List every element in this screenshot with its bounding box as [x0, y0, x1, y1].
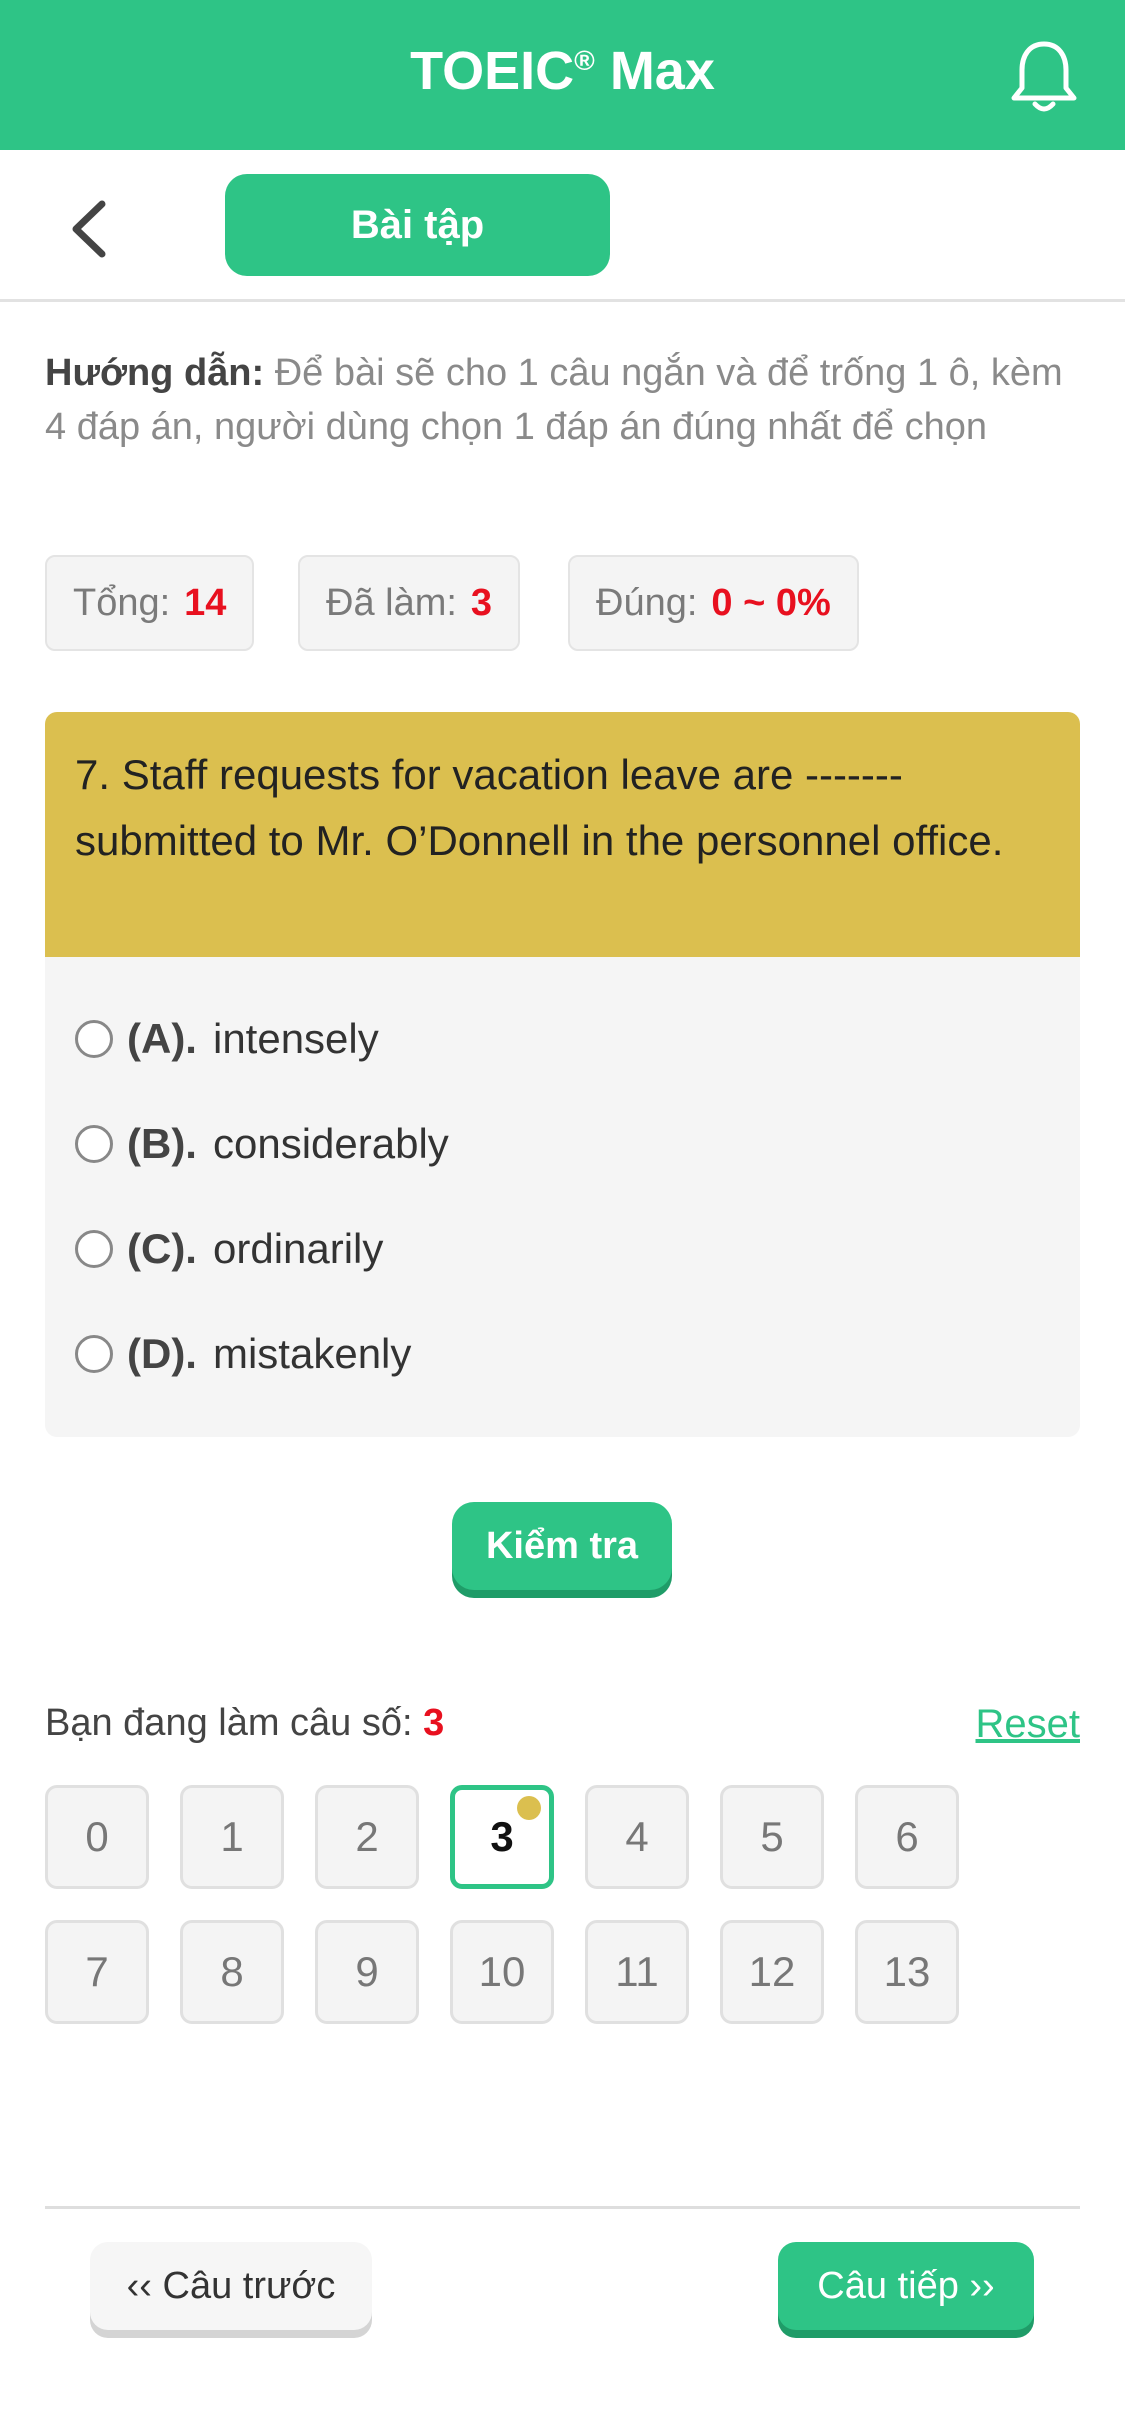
- tab-bai-tap[interactable]: Bài tập: [225, 174, 610, 276]
- answer-options: (A). intensely (B). considerably (C). ordin…: [45, 957, 1080, 1437]
- question-number-10[interactable]: 10: [450, 1920, 554, 2024]
- current-question: Bạn đang làm câu số: 3: [45, 1702, 445, 1744]
- question-number-5[interactable]: 5: [720, 1785, 824, 1889]
- option-d[interactable]: (D). mistakenly: [75, 1324, 411, 1384]
- radio-icon[interactable]: [75, 1335, 113, 1373]
- question-number-9[interactable]: 9: [315, 1920, 419, 2024]
- question-number-3[interactable]: 3: [450, 1785, 554, 1889]
- stat-total: Tổng: 14: [45, 555, 255, 651]
- question-number-7[interactable]: 7: [45, 1920, 149, 2024]
- question-number-4[interactable]: 4: [585, 1785, 689, 1889]
- radio-icon[interactable]: [75, 1125, 113, 1163]
- radio-icon[interactable]: [75, 1230, 113, 1268]
- question-number-11[interactable]: 11: [585, 1920, 689, 2024]
- back-button[interactable]: [60, 194, 120, 264]
- question-text: 7. Staff requests for vacation leave are…: [45, 712, 1080, 957]
- question-number-13[interactable]: 13: [855, 1920, 959, 2024]
- stat-correct: Đúng: 0 ~ 0%: [568, 555, 859, 651]
- question-number-6[interactable]: 6: [855, 1785, 959, 1889]
- question-number-2[interactable]: 2: [315, 1785, 419, 1889]
- stat-done: Đã làm: 3: [298, 555, 521, 651]
- question-number-1[interactable]: 1: [180, 1785, 284, 1889]
- marker-dot-icon: [517, 1796, 541, 1820]
- option-a[interactable]: (A). intensely: [75, 1009, 379, 1069]
- app-bar: TOEIC® Max: [0, 0, 1125, 150]
- radio-icon[interactable]: [75, 1020, 113, 1058]
- divider: [45, 2206, 1080, 2209]
- app-title: TOEIC® Max: [410, 41, 715, 101]
- instructions-label: Hướng dẫn:: [45, 352, 265, 394]
- question-number-12[interactable]: 12: [720, 1920, 824, 2024]
- option-c[interactable]: (C). ordinarily: [75, 1219, 383, 1279]
- reset-link[interactable]: Reset: [976, 1702, 1081, 1747]
- chevron-left-icon: [72, 200, 106, 258]
- check-button[interactable]: Kiểm tra: [452, 1502, 672, 1590]
- instructions: Hướng dẫn: Để bài sẽ cho 1 câu ngắn và đ…: [45, 346, 1085, 454]
- sub-bar: Bài tập: [0, 150, 1125, 302]
- next-question-button[interactable]: Câu tiếp ››: [778, 2242, 1034, 2330]
- question-number-8[interactable]: 8: [180, 1920, 284, 2024]
- bell-icon[interactable]: [1009, 38, 1079, 114]
- prev-question-button[interactable]: ‹‹ Câu trước: [90, 2242, 372, 2330]
- question-number-0[interactable]: 0: [45, 1785, 149, 1889]
- option-b[interactable]: (B). considerably: [75, 1114, 449, 1174]
